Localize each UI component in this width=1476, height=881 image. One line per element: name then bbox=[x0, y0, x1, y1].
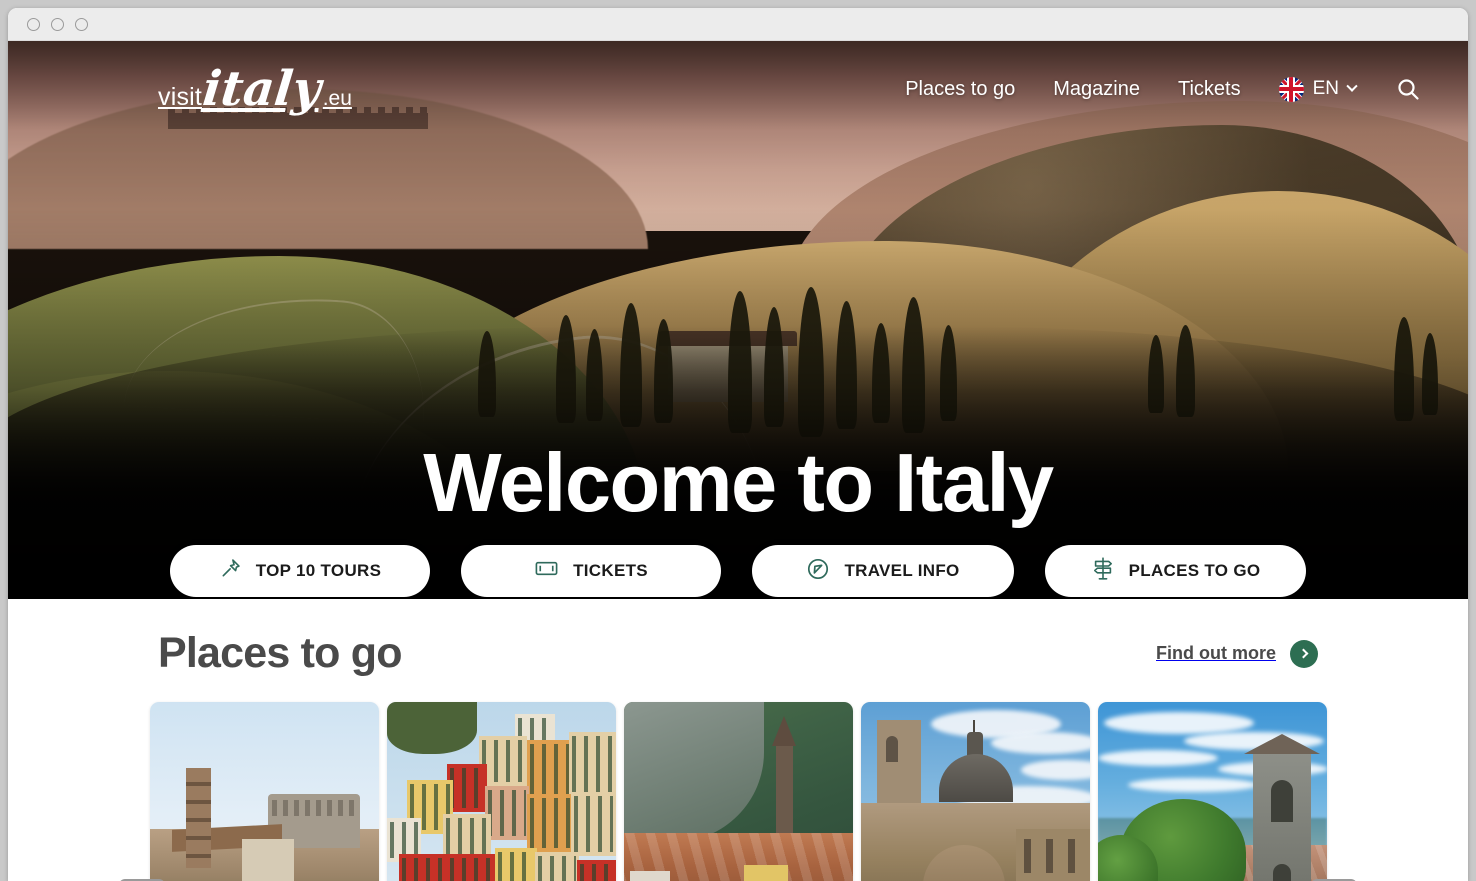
cta-places-to-go[interactable]: PLACES TO GO bbox=[1045, 545, 1306, 597]
logo-prefix: visit bbox=[158, 83, 203, 111]
carousel-track bbox=[150, 702, 1327, 881]
cta-top-10-tours[interactable]: TOP 10 TOURS bbox=[170, 545, 430, 597]
page-title: Places to go bbox=[158, 629, 403, 677]
cta-label: TOP 10 TOURS bbox=[255, 561, 382, 580]
cta-label: PLACES TO GO bbox=[1128, 561, 1261, 580]
nav-link-magazine[interactable]: Magazine bbox=[1053, 78, 1140, 101]
nav-link-tickets[interactable]: Tickets bbox=[1178, 78, 1241, 101]
site-navbar: visit italy .eu Places to go Magazine Ti… bbox=[8, 41, 1468, 137]
browser-titlebar bbox=[8, 8, 1468, 41]
hero-cta-row: TOP 10 TOURS TICKETS TRAVEL INFO PLACES … bbox=[8, 545, 1468, 597]
chevron-right-icon bbox=[1290, 639, 1318, 668]
signpost-icon bbox=[1091, 556, 1115, 586]
find-out-more-link[interactable]: Find out more bbox=[1156, 639, 1318, 668]
find-out-more-label: Find out more bbox=[1156, 643, 1276, 663]
site-logo[interactable]: visit italy .eu bbox=[158, 61, 352, 117]
card-urbino-cathedral[interactable] bbox=[861, 702, 1090, 881]
places-carousel bbox=[8, 702, 1468, 881]
card-cinque-terre[interactable] bbox=[387, 702, 616, 881]
navbar-right: Places to go Magazine Tickets EN bbox=[905, 75, 1422, 103]
cta-label: TICKETS bbox=[573, 561, 648, 580]
search-icon[interactable] bbox=[1394, 75, 1422, 103]
logo-script: italy bbox=[200, 61, 324, 117]
card-hilltop-town[interactable] bbox=[1098, 702, 1327, 881]
language-selector[interactable]: EN bbox=[1278, 76, 1358, 102]
card-lake-village[interactable] bbox=[624, 702, 853, 881]
close-circle[interactable] bbox=[27, 17, 40, 31]
minimize-circle[interactable] bbox=[51, 17, 64, 31]
places-section-header: Places to go Find out more bbox=[8, 599, 1468, 678]
uk-flag-icon bbox=[1278, 76, 1304, 102]
ticket-icon bbox=[534, 556, 559, 586]
cta-travel-info[interactable]: TRAVEL INFO bbox=[752, 545, 1014, 597]
pushpin-icon bbox=[219, 557, 242, 585]
nav-link-places-to-go[interactable]: Places to go bbox=[905, 78, 1015, 101]
hero-title: Welcome to Italy bbox=[423, 436, 1054, 529]
language-code: EN bbox=[1312, 78, 1339, 99]
cta-label: TRAVEL INFO bbox=[844, 561, 960, 580]
compass-icon bbox=[806, 557, 830, 586]
hero-section: visit italy .eu Places to go Magazine Ti… bbox=[8, 41, 1468, 599]
main-content: Places to go Find out more bbox=[8, 599, 1468, 881]
card-roman-forum[interactable] bbox=[150, 702, 379, 881]
maximize-circle[interactable] bbox=[75, 17, 88, 31]
chevron-down-icon bbox=[1346, 80, 1358, 92]
cta-tickets[interactable]: TICKETS bbox=[461, 545, 721, 597]
logo-suffix: .eu bbox=[322, 87, 352, 110]
browser-window: visit italy .eu Places to go Magazine Ti… bbox=[8, 8, 1468, 881]
